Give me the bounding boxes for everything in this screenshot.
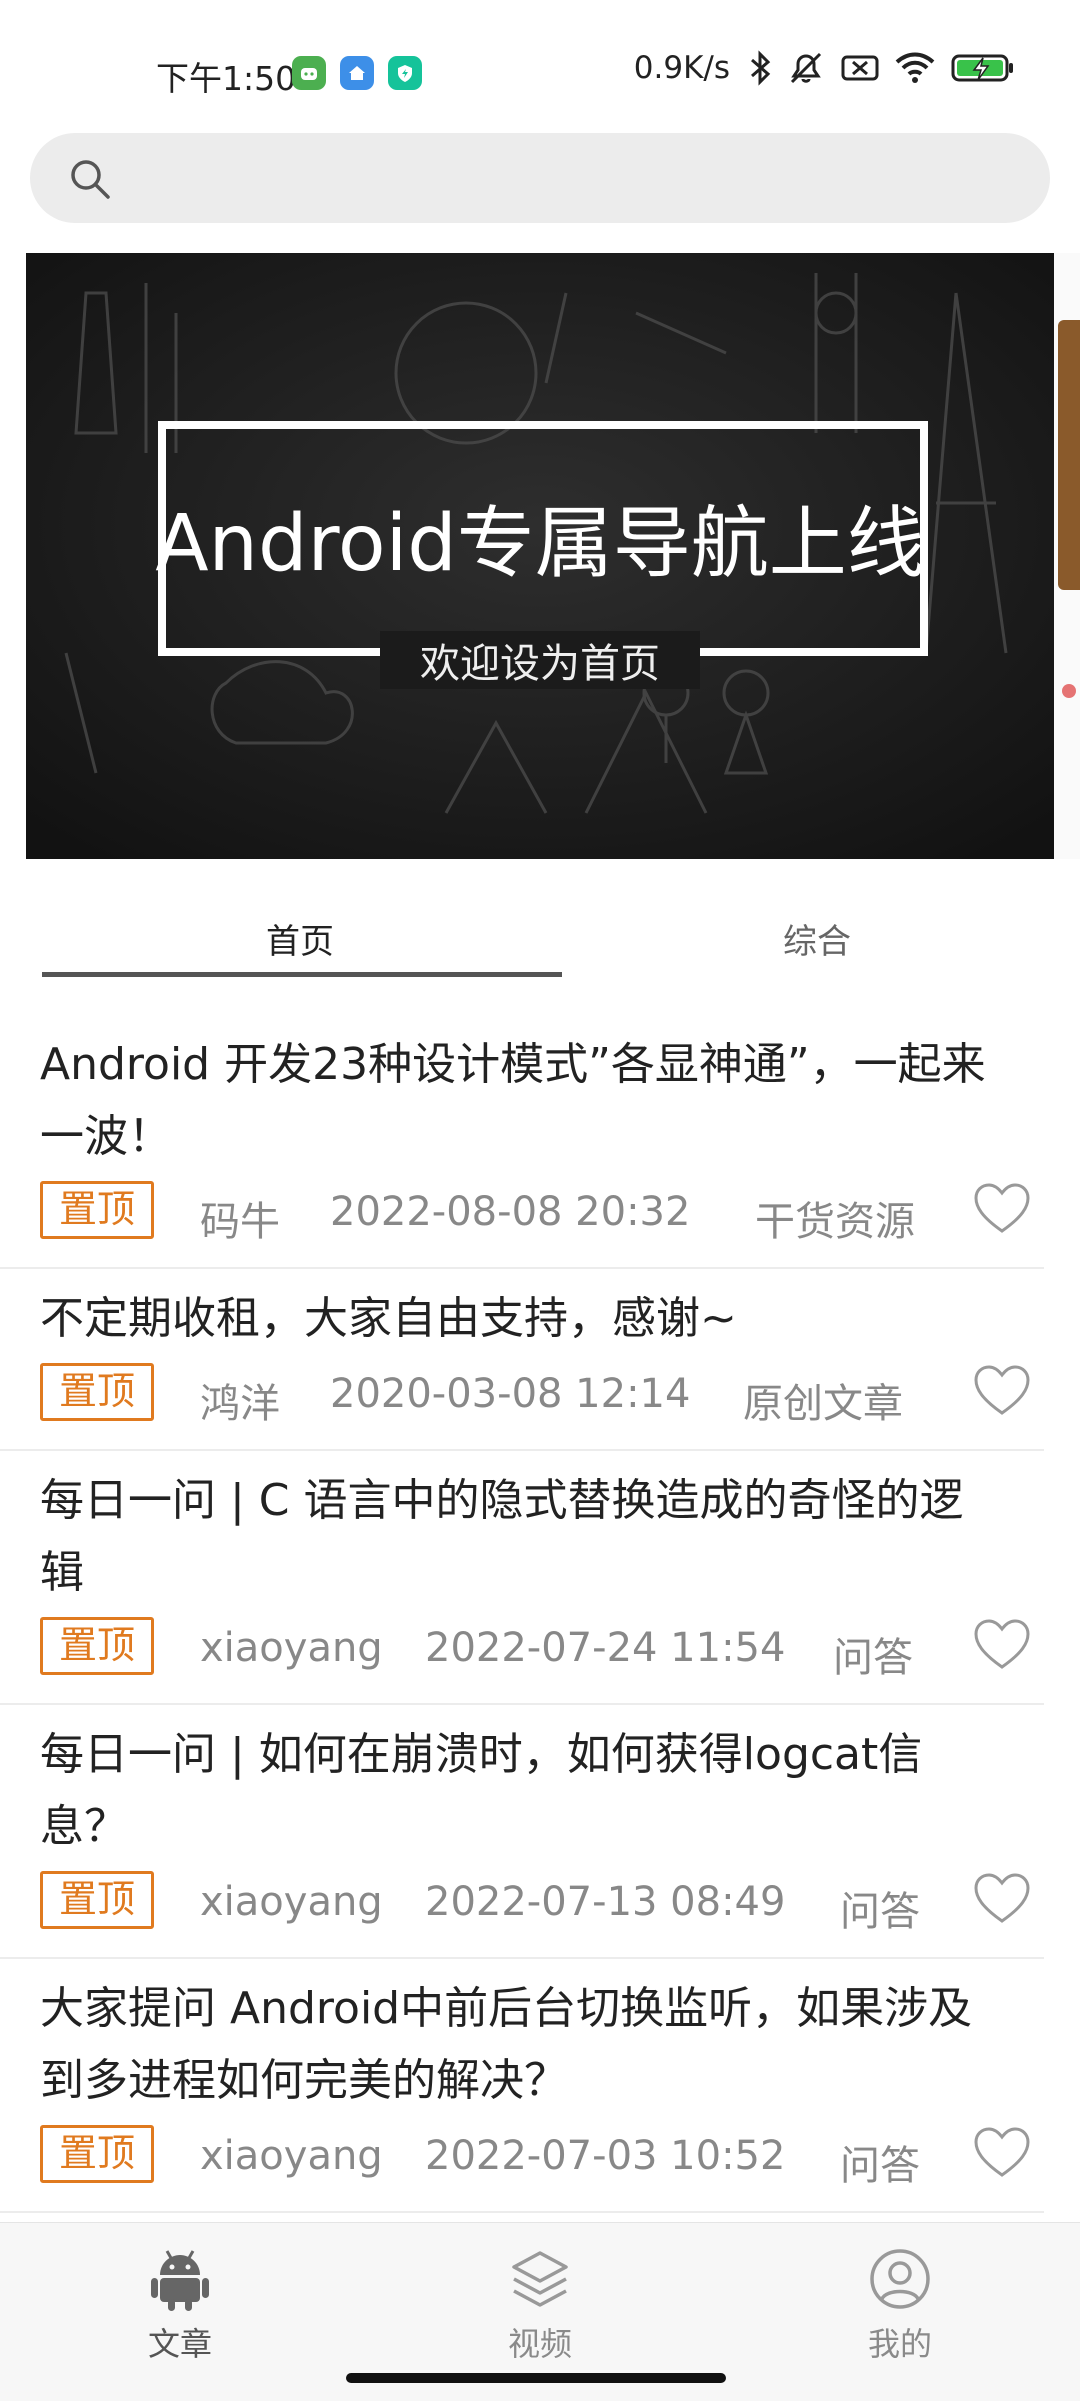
- pinned-badge: 置顶: [40, 1617, 154, 1675]
- home-indicator[interactable]: [346, 2373, 726, 2383]
- banner-title: Android专属导航上线: [155, 499, 925, 589]
- list-item[interactable]: Android 开发23种设计模式”各显神通”，一起来一波！ 置顶 码牛 202…: [0, 1015, 1044, 1269]
- pinned-badge: 置顶: [40, 1363, 154, 1421]
- article-author: xiaoyang: [200, 1625, 383, 1671]
- pinned-badge: 置顶: [40, 2125, 154, 2183]
- sim-off-icon: [841, 55, 879, 81]
- search-icon: [71, 160, 110, 199]
- article-title[interactable]: Android 开发23种设计模式”各显神通”，一起来一波！: [40, 1029, 1004, 1173]
- article-title[interactable]: 每日一问 | C 语言中的隐式替换造成的奇怪的逻辑: [40, 1465, 1004, 1609]
- article-category: 问答: [840, 2143, 920, 2189]
- nav-label-video: 视频: [507, 2325, 572, 2363]
- shield-app-icon: [388, 56, 422, 90]
- article-title[interactable]: 大家提问 Android中前后台切换监听，如果涉及到多进程如何完美的解决？: [40, 1973, 1004, 2117]
- article-list[interactable]: Android 开发23种设计模式”各显神通”，一起来一波！ 置顶 码牛 202…: [0, 1015, 1080, 2222]
- article-author: 鸿洋: [200, 1381, 280, 1427]
- status-right-group: 0.9K/s: [634, 50, 1016, 86]
- article-title[interactable]: 每日一问 | 如何在崩溃时，如何获得logcat信息？: [40, 1719, 1004, 1863]
- article-author: 码牛: [200, 1199, 280, 1245]
- android-icon: [151, 2250, 209, 2311]
- heart-icon[interactable]: [972, 1617, 1032, 1673]
- article-category: 原创文章: [743, 1381, 903, 1427]
- status-bar: 下午1:50 0.9K/s: [0, 0, 1080, 130]
- status-time: 下午1:50: [156, 59, 297, 98]
- article-meta: 置顶 码牛 2022-08-08 20:32 干货资源: [40, 1181, 1030, 1247]
- article-title[interactable]: 不定期收租，大家自由支持，感谢~: [40, 1283, 1004, 1355]
- article-category: 问答: [833, 1635, 913, 1681]
- article-meta: 置顶 xiaoyang 2022-07-24 11:54 问答: [40, 1617, 1030, 1683]
- tab-indicator: [42, 972, 562, 977]
- bluetooth-icon: [751, 50, 771, 86]
- tab-general[interactable]: 综合: [783, 914, 851, 963]
- article-date: 2022-08-08 20:32: [330, 1189, 691, 1235]
- nav-item-video[interactable]: 视频: [460, 2247, 620, 2365]
- battery-charging-icon: [951, 54, 1013, 82]
- article-category: 问答: [840, 1889, 920, 1935]
- search-bar[interactable]: [30, 133, 1050, 223]
- heart-icon[interactable]: [972, 1181, 1032, 1237]
- wifi-icon: [895, 52, 935, 83]
- banner-carousel[interactable]: Android专属导航上线 欢迎设为首页: [26, 253, 1054, 859]
- heart-icon[interactable]: [972, 2125, 1032, 2181]
- article-date: 2022-07-24 11:54: [425, 1625, 786, 1671]
- tab-home[interactable]: 首页: [266, 914, 334, 963]
- article-meta: 置顶 鸿洋 2020-03-08 12:14 原创文章: [40, 1363, 1030, 1429]
- pinned-badge: 置顶: [40, 1871, 154, 1929]
- article-date: 2022-07-03 10:52: [425, 2133, 786, 2179]
- mute-icon: [790, 52, 822, 84]
- nav-label-mine: 我的: [867, 2325, 932, 2363]
- status-app-icons: [292, 56, 422, 90]
- layers-icon: [512, 2251, 568, 2307]
- list-item[interactable]: 不定期收租，大家自由支持，感谢~ 置顶 鸿洋 2020-03-08 12:14 …: [0, 1269, 1044, 1451]
- nav-item-article[interactable]: 文章: [100, 2247, 260, 2365]
- list-item[interactable]: 每日一问 | 如何在崩溃时，如何获得logcat信息？ 置顶 xiaoyang …: [0, 1705, 1044, 1959]
- article-author: xiaoyang: [200, 1879, 383, 1925]
- person-icon: [870, 2249, 930, 2309]
- article-meta: 置顶 xiaoyang 2022-07-03 10:52 问答: [40, 2125, 1030, 2191]
- article-date: 2020-03-08 12:14: [330, 1371, 691, 1417]
- pinned-badge: 置顶: [40, 1181, 154, 1239]
- next-banner-peek-shape: [1058, 320, 1080, 590]
- heart-icon[interactable]: [972, 1363, 1032, 1419]
- article-author: xiaoyang: [200, 2133, 383, 2179]
- next-banner-peek-dot: [1062, 684, 1076, 698]
- nav-label-article: 文章: [147, 2325, 212, 2363]
- list-item[interactable]: 每日一问 | C 语言中的隐式替换造成的奇怪的逻辑 置顶 xiaoyang 20…: [0, 1451, 1044, 1705]
- article-meta: 置顶 xiaoyang 2022-07-13 08:49 问答: [40, 1871, 1030, 1937]
- article-category: 干货资源: [755, 1199, 915, 1245]
- article-tabs: 首页 综合: [40, 900, 1040, 980]
- nav-item-mine[interactable]: 我的: [820, 2247, 980, 2365]
- banner-subtitle: 欢迎设为首页: [380, 631, 700, 689]
- home-app-icon: [340, 56, 374, 90]
- heart-icon[interactable]: [972, 1871, 1032, 1927]
- net-speed: 0.9K/s: [633, 50, 730, 86]
- robot-app-icon: [292, 56, 326, 90]
- list-item[interactable]: 大家提问 Android中前后台切换监听，如果涉及到多进程如何完美的解决？ 置顶…: [0, 1959, 1044, 2213]
- article-date: 2022-07-13 08:49: [425, 1879, 786, 1925]
